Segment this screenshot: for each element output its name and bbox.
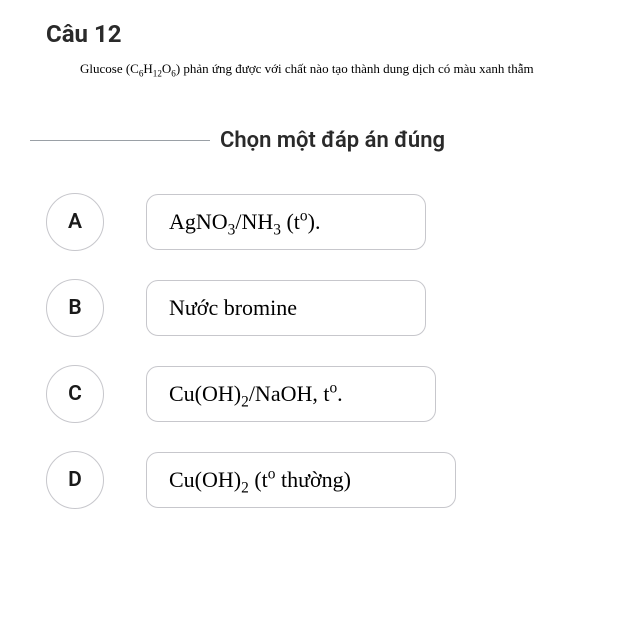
option-b-content[interactable]: Nước bromine xyxy=(146,280,426,336)
option-a-letter[interactable]: A xyxy=(46,193,104,251)
options-container: A AgNO3/NH3 (to). B Nước bromine C Cu(OH… xyxy=(46,193,613,509)
option-d-letter[interactable]: D xyxy=(46,451,104,509)
question-number: Câu 12 xyxy=(46,20,613,48)
option-c-letter[interactable]: C xyxy=(46,365,104,423)
sub: 2 xyxy=(241,394,249,411)
instruction-divider xyxy=(30,140,210,141)
frag: . xyxy=(337,381,343,406)
sub: 3 xyxy=(273,222,281,239)
question-text: Glucose (C6H12O6) phản ứng được với chất… xyxy=(80,60,613,78)
frag: /NaOH, t xyxy=(249,381,330,406)
qtext-frag: Glucose (C xyxy=(80,61,139,76)
frag: Cu(OH) xyxy=(169,467,241,492)
frag: ). xyxy=(308,209,321,234)
option-d-content[interactable]: Cu(OH)2 (to thường) xyxy=(146,452,456,508)
frag: Cu(OH) xyxy=(169,381,241,406)
option-b-letter[interactable]: B xyxy=(46,279,104,337)
sub: 2 xyxy=(241,480,249,497)
sup: o xyxy=(300,208,308,225)
option-text-frag: AgNO3/NH3 (to). xyxy=(169,209,320,235)
option-text-frag: Cu(OH)2 (to thường) xyxy=(169,467,351,493)
frag: AgNO xyxy=(169,209,228,234)
instruction-text: Chọn một đáp án đúng xyxy=(220,128,445,153)
instruction-row: Chọn một đáp án đúng xyxy=(30,128,613,153)
option-c-row: C Cu(OH)2/NaOH, to. xyxy=(46,365,613,423)
option-text-frag: Cu(OH)2/NaOH, to. xyxy=(169,381,343,407)
option-text-frag: Nước bromine xyxy=(169,295,297,321)
frag: (t xyxy=(249,467,268,492)
option-a-row: A AgNO3/NH3 (to). xyxy=(46,193,613,251)
qtext-frag: O xyxy=(162,61,171,76)
frag: thường) xyxy=(275,467,351,492)
qtext-frag: ) phản ứng được với chất nào tạo thành d… xyxy=(176,61,534,76)
frag: /NH xyxy=(235,209,273,234)
option-b-row: B Nước bromine xyxy=(46,279,613,337)
qtext-sub: 12 xyxy=(153,69,162,79)
frag: (t xyxy=(281,209,300,234)
option-c-content[interactable]: Cu(OH)2/NaOH, to. xyxy=(146,366,436,422)
qtext-frag: H xyxy=(143,61,152,76)
option-a-content[interactable]: AgNO3/NH3 (to). xyxy=(146,194,426,250)
option-d-row: D Cu(OH)2 (to thường) xyxy=(46,451,613,509)
